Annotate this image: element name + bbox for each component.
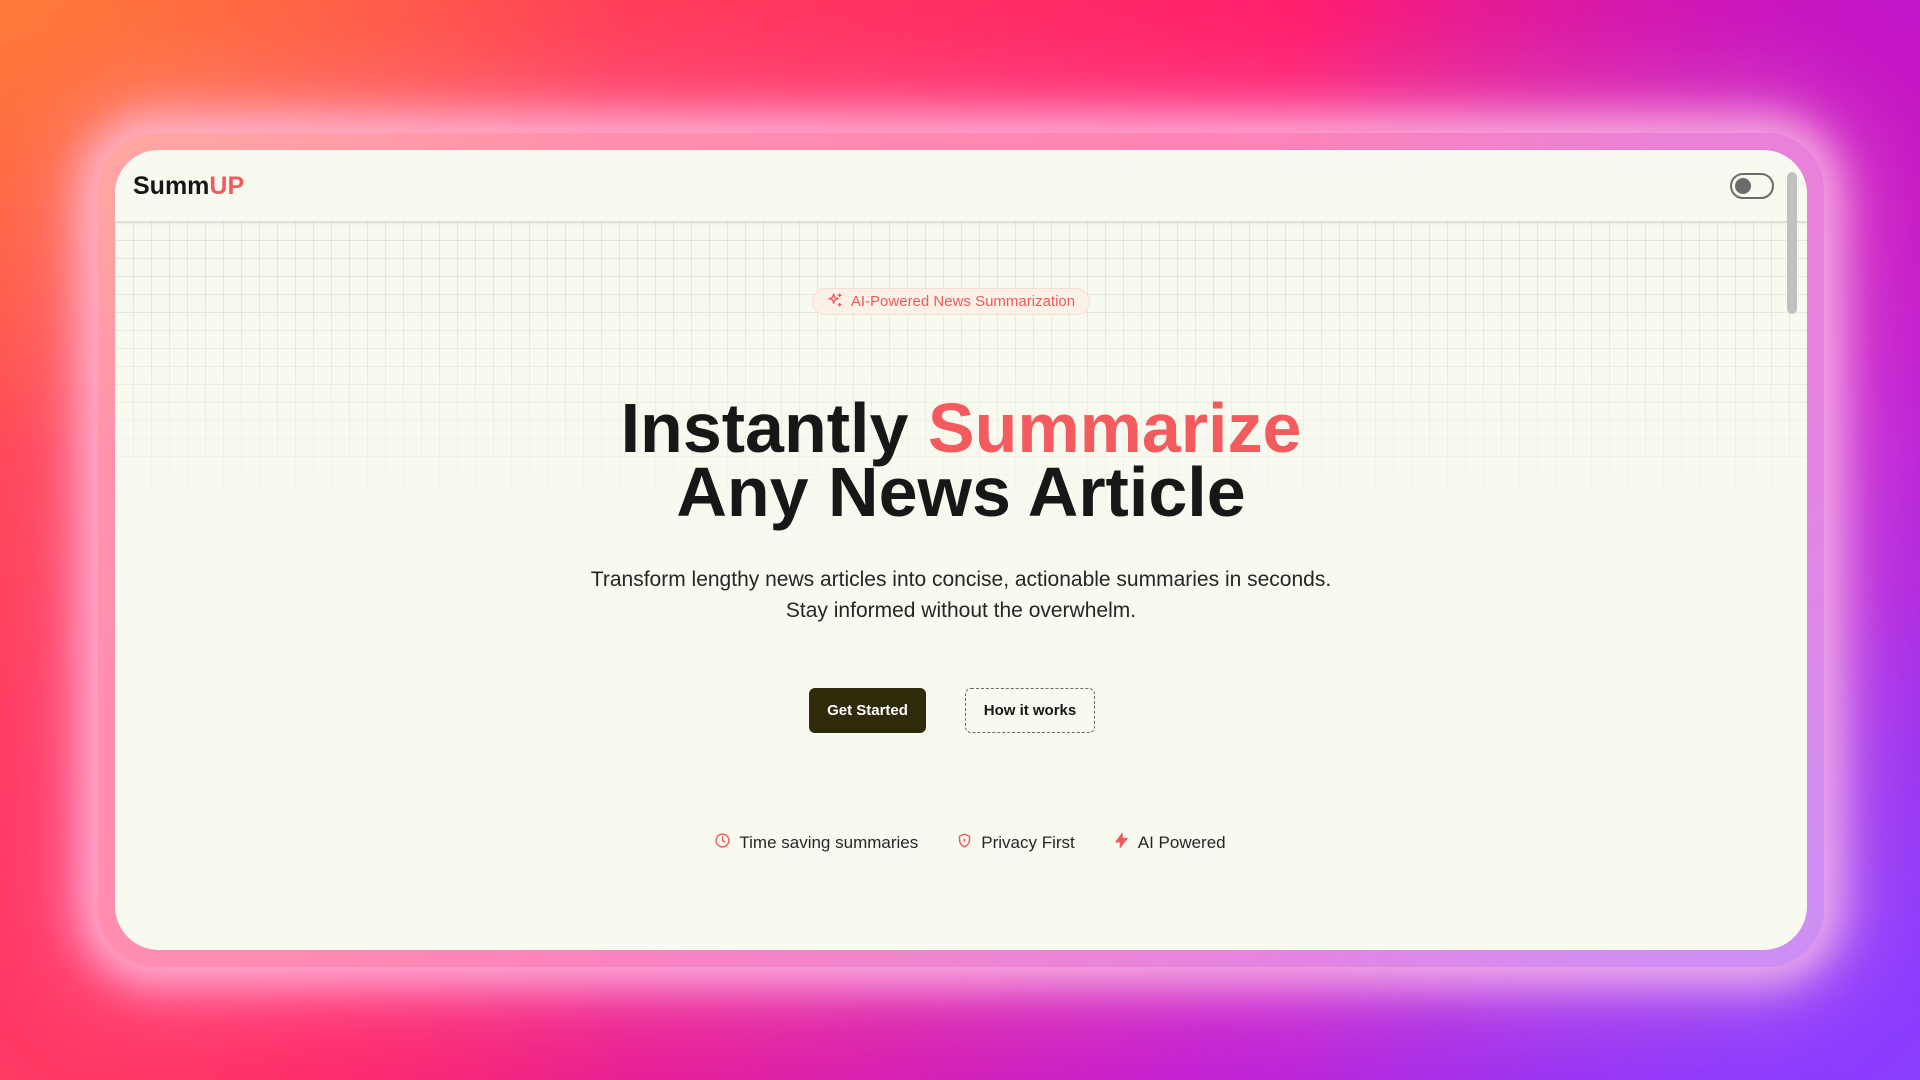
scrollbar-thumb[interactable] bbox=[1787, 172, 1797, 314]
toggle-knob bbox=[1735, 178, 1751, 194]
scrollbar[interactable] bbox=[1787, 172, 1797, 932]
badge-label: AI-Powered News Summarization bbox=[850, 293, 1076, 310]
feature-item-time-saving: Time saving summaries bbox=[714, 832, 918, 854]
hero-subtitle: Transform lengthy news articles into con… bbox=[115, 564, 1807, 626]
get-started-button[interactable]: Get Started bbox=[809, 688, 926, 733]
headline-line-2: Any News Article bbox=[676, 453, 1246, 531]
how-it-works-button[interactable]: How it works bbox=[965, 688, 1095, 733]
subtitle-line-1: Transform lengthy news articles into con… bbox=[590, 568, 1332, 591]
sparkles-icon bbox=[827, 292, 843, 312]
clock-icon bbox=[714, 832, 731, 854]
logo[interactable]: Summ UP bbox=[133, 172, 244, 201]
feature-label: Time saving summaries bbox=[739, 833, 919, 852]
logo-main: Summ bbox=[133, 172, 210, 200]
lightning-icon bbox=[1113, 832, 1130, 854]
header: Summ UP bbox=[115, 150, 1807, 222]
feature-label: AI Powered bbox=[1137, 833, 1226, 852]
feature-badge: AI-Powered News Summarization bbox=[812, 288, 1090, 315]
feature-label: Privacy First bbox=[981, 833, 1075, 852]
feature-list: Time saving summaries Privacy First AI P… bbox=[115, 832, 1807, 854]
hero-section: AI-Powered News Summarization Instantly … bbox=[115, 150, 1807, 950]
feature-item-ai-powered: AI Powered bbox=[1113, 832, 1226, 854]
logo-accent: UP bbox=[209, 172, 245, 200]
subtitle-line-2: Stay informed without the overwhelm. bbox=[785, 599, 1137, 622]
page-title: Instantly Summarize Any News Article bbox=[115, 393, 1807, 531]
headline-line-1: Instantly Summarize bbox=[115, 393, 1807, 463]
theme-toggle[interactable] bbox=[1730, 173, 1774, 199]
shield-icon bbox=[956, 832, 973, 854]
app-window: Summ UP AI-Powered News Summarization Ins… bbox=[115, 150, 1807, 950]
feature-item-privacy: Privacy First bbox=[956, 832, 1075, 854]
